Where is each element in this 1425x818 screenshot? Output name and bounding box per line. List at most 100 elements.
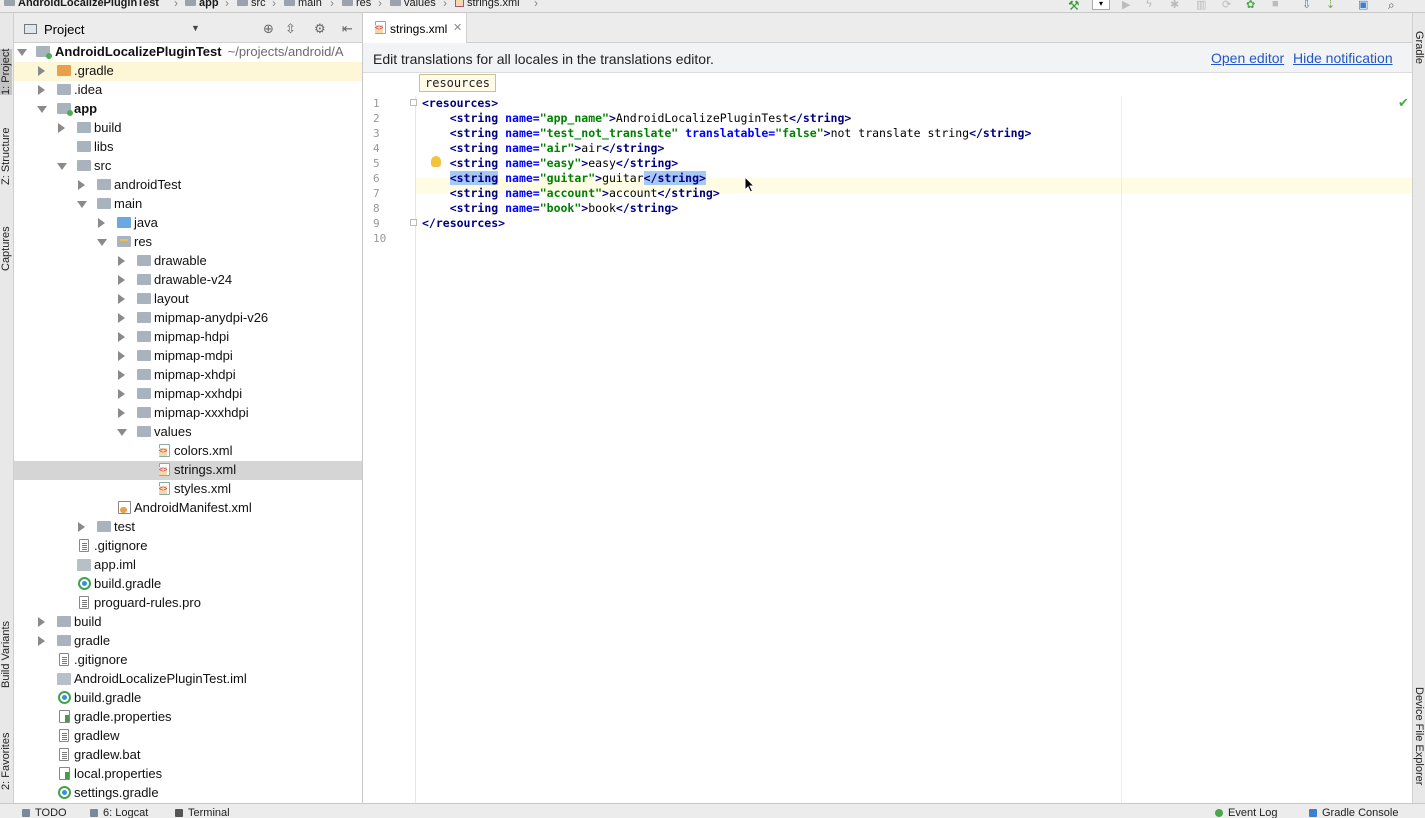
expand-arrow-icon[interactable] bbox=[38, 85, 45, 95]
terminal-tool-button[interactable]: Terminal bbox=[175, 807, 230, 818]
tree-item-idea[interactable]: .idea bbox=[14, 81, 362, 100]
tree-item-app-build-gradle[interactable]: build.gradle bbox=[14, 575, 362, 594]
tree-item-layout[interactable]: layout bbox=[14, 290, 362, 309]
tree-item-main[interactable]: main bbox=[14, 195, 362, 214]
breadcrumb-project[interactable]: AndroidLocalizePluginTest bbox=[4, 0, 159, 11]
event-log-tool-button[interactable]: Event Log bbox=[1215, 807, 1278, 818]
expand-arrow-icon[interactable] bbox=[118, 370, 125, 380]
tree-item-mipmap-mdpi[interactable]: mipmap-mdpi bbox=[14, 347, 362, 366]
expand-arrow-icon[interactable] bbox=[118, 256, 125, 266]
layout-inspector-icon[interactable]: ▣ bbox=[1358, 0, 1370, 11]
tree-item-mipmap-xxxhdpi[interactable]: mipmap-xxxhdpi bbox=[14, 404, 362, 423]
xml-breadcrumb-tag[interactable]: resources bbox=[419, 74, 497, 92]
tab-structure-tool[interactable]: Z: Structure bbox=[0, 128, 12, 185]
tree-item-mipmap-hdpi[interactable]: mipmap-hdpi bbox=[14, 328, 362, 347]
tree-item-libs[interactable]: libs bbox=[14, 138, 362, 157]
tree-item-mipmap-xhdpi[interactable]: mipmap-xhdpi bbox=[14, 366, 362, 385]
tab-device-file-explorer-tool[interactable]: Device File Explorer bbox=[1413, 687, 1425, 785]
tree-item-proguard[interactable]: proguard-rules.pro bbox=[14, 594, 362, 613]
tree-item-root-build-gradle[interactable]: build.gradle bbox=[14, 689, 362, 708]
run-icon[interactable]: ▶ bbox=[1122, 0, 1134, 11]
chevron-down-icon[interactable]: ▼ bbox=[191, 23, 200, 33]
tree-item-src[interactable]: src bbox=[14, 157, 362, 176]
tree-item-root-gradle[interactable]: gradle bbox=[14, 632, 362, 651]
profile-icon[interactable]: ▥ bbox=[1196, 0, 1208, 11]
tree-item-styles-xml[interactable]: styles.xml bbox=[14, 480, 362, 499]
expand-arrow-icon[interactable] bbox=[118, 275, 125, 285]
hide-panel-icon[interactable]: ⇤ bbox=[342, 21, 353, 37]
search-icon[interactable]: ⌕ bbox=[1388, 0, 1400, 12]
tree-item-java[interactable]: java bbox=[14, 214, 362, 233]
expand-arrow-icon[interactable] bbox=[38, 617, 45, 627]
tree-item-androidmanifest[interactable]: AndroidManifest.xml bbox=[14, 499, 362, 518]
gear-icon[interactable]: ⚙ bbox=[314, 21, 326, 37]
android-debug-icon[interactable]: ✿ bbox=[1246, 0, 1258, 11]
collapse-arrow-icon[interactable] bbox=[57, 163, 67, 170]
expand-arrow-icon[interactable] bbox=[118, 294, 125, 304]
build-hammer-icon[interactable]: ⚒ bbox=[1068, 0, 1080, 12]
apply-changes-icon[interactable]: ϟ bbox=[1146, 0, 1158, 10]
expand-arrow-icon[interactable] bbox=[118, 313, 125, 323]
expand-arrow-icon[interactable] bbox=[58, 123, 65, 133]
tree-item-app[interactable]: app bbox=[14, 100, 362, 119]
tab-build-variants-tool[interactable]: Build Variants bbox=[0, 621, 12, 688]
tree-item-settings-gradle[interactable]: settings.gradle bbox=[14, 784, 362, 803]
inspection-ok-check-icon[interactable]: ✔ bbox=[1398, 95, 1409, 111]
sdk-manager-icon[interactable]: ⇣ bbox=[1326, 0, 1338, 11]
debug-icon[interactable]: ✱ bbox=[1170, 0, 1182, 11]
tree-item-test[interactable]: test bbox=[14, 518, 362, 537]
expand-arrow-icon[interactable] bbox=[118, 351, 125, 361]
expand-arrow-icon[interactable] bbox=[98, 218, 105, 228]
expand-arrow-icon[interactable] bbox=[118, 408, 125, 418]
tree-item-gradle-dir[interactable]: .gradle bbox=[14, 62, 362, 81]
expand-arrow-icon[interactable] bbox=[38, 66, 45, 76]
tab-project-tool[interactable]: 1: Project bbox=[0, 48, 12, 95]
collapse-arrow-icon[interactable] bbox=[97, 239, 107, 246]
tree-item-strings-xml[interactable]: strings.xml bbox=[14, 461, 362, 480]
stop-icon[interactable]: ■ bbox=[1272, 0, 1284, 10]
tree-item-androidtest[interactable]: androidTest bbox=[14, 176, 362, 195]
breadcrumb-main[interactable]: main bbox=[284, 0, 322, 11]
close-icon[interactable]: ✕ bbox=[453, 21, 462, 34]
tree-item-drawable-v24[interactable]: drawable-v24 bbox=[14, 271, 362, 290]
tree-item-colors-xml[interactable]: colors.xml bbox=[14, 442, 362, 461]
tree-item-local-properties[interactable]: local.properties bbox=[14, 765, 362, 784]
expand-arrow-icon[interactable] bbox=[38, 636, 45, 646]
tree-item-gradlew[interactable]: gradlew bbox=[14, 727, 362, 746]
collapse-arrow-icon[interactable] bbox=[37, 106, 47, 113]
tree-item-values[interactable]: values bbox=[14, 423, 362, 442]
tree-item-drawable[interactable]: drawable bbox=[14, 252, 362, 271]
todo-tool-button[interactable]: TODO bbox=[22, 807, 67, 818]
run-config-dropdown[interactable]: ▾ bbox=[1092, 0, 1110, 10]
tree-item-root-build[interactable]: build bbox=[14, 613, 362, 632]
fold-marker-icon[interactable] bbox=[410, 219, 417, 226]
tree-item-app-gitignore[interactable]: .gitignore bbox=[14, 537, 362, 556]
logcat-tool-button[interactable]: 6: Logcat bbox=[90, 807, 148, 818]
tree-item-mipmap-xxhdpi[interactable]: mipmap-xxhdpi bbox=[14, 385, 362, 404]
breadcrumb-src[interactable]: src bbox=[237, 0, 266, 11]
breadcrumb-res[interactable]: res bbox=[342, 0, 371, 11]
tree-item-app-build[interactable]: build bbox=[14, 119, 362, 138]
tab-strings-xml[interactable]: strings.xml ✕ bbox=[363, 13, 467, 43]
breadcrumb-values[interactable]: values bbox=[390, 0, 436, 11]
tree-item-gradle-properties[interactable]: gradle.properties bbox=[14, 708, 362, 727]
scroll-from-source-icon[interactable]: ⊕ bbox=[263, 21, 274, 37]
collapse-arrow-icon[interactable] bbox=[117, 429, 127, 436]
breadcrumb-strings-xml[interactable]: strings.xml bbox=[455, 0, 520, 11]
tree-item-root-gitignore[interactable]: .gitignore bbox=[14, 651, 362, 670]
expand-arrow-icon[interactable] bbox=[118, 332, 125, 342]
tab-captures-tool[interactable]: Captures bbox=[0, 226, 12, 271]
tree-item-mipmap-anydpi-v26[interactable]: mipmap-anydpi-v26 bbox=[14, 309, 362, 328]
expand-arrow-icon[interactable] bbox=[78, 180, 85, 190]
fold-marker-icon[interactable] bbox=[410, 99, 417, 106]
collapse-arrow-icon[interactable] bbox=[17, 49, 27, 56]
tree-item-root-iml[interactable]: AndroidLocalizePluginTest.iml bbox=[14, 670, 362, 689]
tab-gradle-tool[interactable]: Gradle bbox=[1413, 31, 1425, 64]
project-view-selector[interactable]: Project bbox=[44, 22, 84, 37]
tree-item-res[interactable]: res bbox=[14, 233, 362, 252]
tree-root-project[interactable]: AndroidLocalizePluginTest ~/projects/andr… bbox=[14, 43, 362, 62]
collapse-arrow-icon[interactable] bbox=[77, 201, 87, 208]
tree-item-app-iml[interactable]: app.iml bbox=[14, 556, 362, 575]
sync-project-icon[interactable]: ⇩ bbox=[1302, 0, 1314, 11]
tab-favorites-tool[interactable]: 2: Favorites bbox=[0, 733, 12, 790]
